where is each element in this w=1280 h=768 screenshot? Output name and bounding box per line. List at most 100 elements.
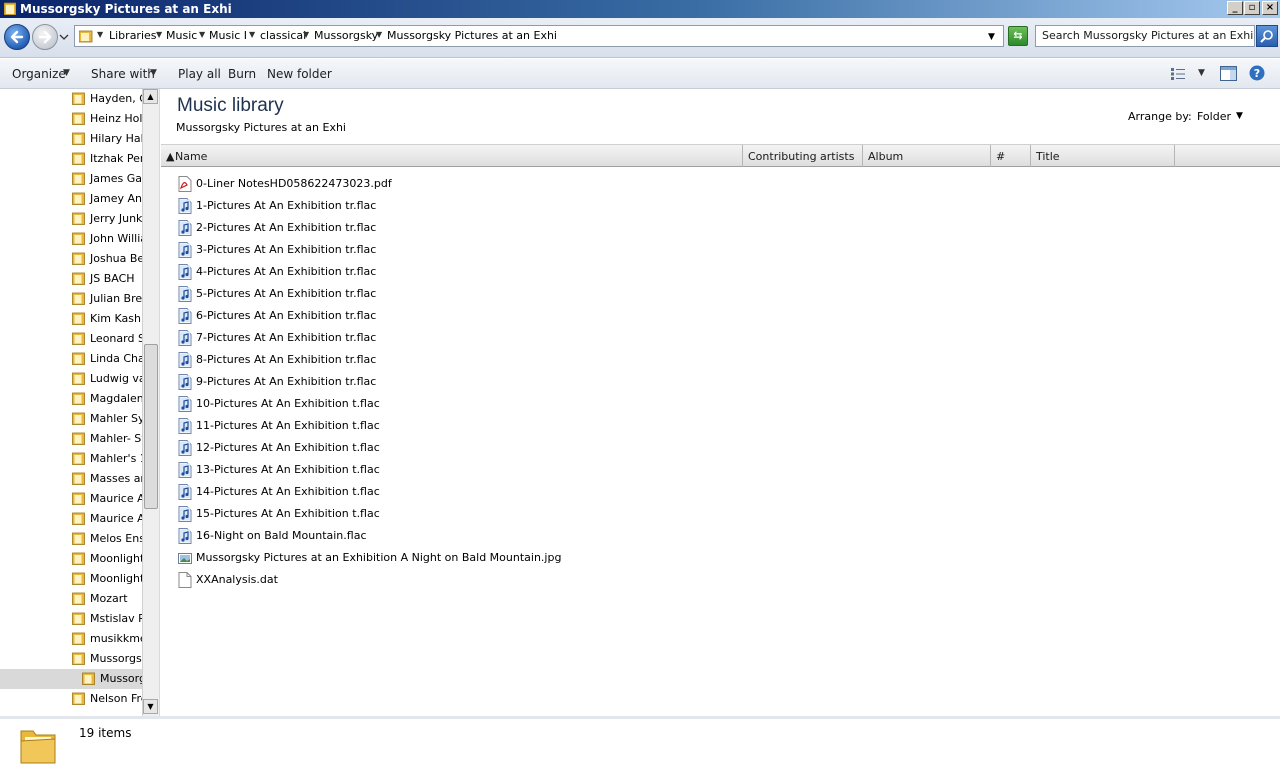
file-row[interactable]: Mussorgsky Pictures at an Exhibition A N… <box>176 548 736 568</box>
nav-folder-item[interactable]: Heinz Hollig <box>0 109 142 129</box>
nav-folder-item[interactable]: Nelson Fre <box>0 689 142 709</box>
scroll-down-arrow-icon[interactable]: ▼ <box>143 699 158 714</box>
file-row[interactable]: 12-Pictures At An Exhibition t.flac <box>176 438 736 458</box>
column-title[interactable]: Title <box>1031 145 1175 167</box>
play-all-button[interactable]: Play all <box>178 67 221 81</box>
nav-folder-item[interactable]: Ludwig var <box>0 369 142 389</box>
column-album[interactable]: Album <box>863 145 991 167</box>
nav-folder-item[interactable]: Hayden, G <box>0 89 142 109</box>
minimize-button[interactable]: _ <box>1227 1 1243 15</box>
organize-dropdown-icon[interactable]: ▼ <box>63 68 70 78</box>
nav-folder-item[interactable]: Julian Brea <box>0 289 142 309</box>
file-row[interactable]: XXAnalysis.dat <box>176 570 736 590</box>
nav-folder-item[interactable]: Mussorg <box>0 669 142 689</box>
column-track-number[interactable]: # <box>991 145 1031 167</box>
preview-pane-icon[interactable] <box>1220 66 1237 81</box>
nav-folder-item[interactable]: musikkmerl <box>0 629 142 649</box>
breadcrumb-music[interactable]: Music <box>166 29 197 42</box>
file-row[interactable]: 2-Pictures At An Exhibition tr.flac <box>176 218 736 238</box>
nav-folder-item[interactable]: Hilary Hahr <box>0 129 142 149</box>
nav-folder-item[interactable]: Jamey And <box>0 189 142 209</box>
breadcrumb-music-i[interactable]: Music I <box>209 29 247 42</box>
breadcrumb-arrow-icon[interactable]: ▼ <box>97 30 103 39</box>
close-button[interactable]: × <box>1262 1 1278 15</box>
organize-button[interactable]: Organize <box>12 67 66 81</box>
search-button[interactable] <box>1256 25 1278 47</box>
file-row[interactable]: 9-Pictures At An Exhibition tr.flac <box>176 372 736 392</box>
nav-folder-item[interactable]: Kim Kashka <box>0 309 142 329</box>
nav-folder-item[interactable]: Mahler- Sy <box>0 429 142 449</box>
address-dropdown-icon[interactable]: ▼ <box>988 32 995 42</box>
nav-folder-item[interactable]: Linda Chat <box>0 349 142 369</box>
file-row[interactable]: 3-Pictures At An Exhibition tr.flac <box>176 240 736 260</box>
scroll-thumb[interactable] <box>144 344 158 509</box>
file-row[interactable]: 4-Pictures At An Exhibition tr.flac <box>176 262 736 282</box>
file-row[interactable]: 15-Pictures At An Exhibition t.flac <box>176 504 736 524</box>
breadcrumb-current-folder[interactable]: Mussorgsky Pictures at an Exhi <box>387 29 557 42</box>
breadcrumb-libraries[interactable]: Libraries <box>109 29 157 42</box>
scroll-up-arrow-icon[interactable]: ▲ <box>143 89 158 104</box>
maximize-button[interactable]: ▫ <box>1244 1 1260 15</box>
nav-folder-item[interactable]: Moonlight ( <box>0 569 142 589</box>
column-contributing-artists[interactable]: Contributing artists <box>743 145 863 167</box>
refresh-button[interactable]: ⇆ <box>1008 26 1028 46</box>
nav-folder-item[interactable]: Mozart <box>0 589 142 609</box>
forward-button[interactable] <box>32 24 58 50</box>
address-bar[interactable]: ▼ Libraries ▼ Music ▼ Music I ▼ classica… <box>74 25 1004 47</box>
file-row[interactable]: 7-Pictures At An Exhibition tr.flac <box>176 328 736 348</box>
nav-folder-item[interactable]: John Willia <box>0 229 142 249</box>
nav-folder-item[interactable]: Leonard Sl <box>0 329 142 349</box>
nav-folder-item[interactable]: Mahler's 1s <box>0 449 142 469</box>
back-button[interactable] <box>4 24 30 50</box>
share-dropdown-icon[interactable]: ▼ <box>150 68 157 78</box>
nav-folder-item[interactable]: Magdalena <box>0 389 142 409</box>
file-row[interactable]: 14-Pictures At An Exhibition t.flac <box>176 482 736 502</box>
navigation-pane: Hayden, G Heinz Hollig Hilary Hahr Itzhak P… <box>0 89 160 716</box>
folder-icon <box>72 132 85 145</box>
burn-button[interactable]: Burn <box>228 67 256 81</box>
breadcrumb-arrow-icon[interactable]: ▼ <box>376 30 382 39</box>
file-name: 7-Pictures At An Exhibition tr.flac <box>196 331 377 344</box>
chevron-down-icon[interactable] <box>59 32 69 42</box>
arrange-by-dropdown[interactable]: Folder <box>1197 110 1231 123</box>
file-row[interactable]: 13-Pictures At An Exhibition t.flac <box>176 460 736 480</box>
file-row[interactable]: 6-Pictures At An Exhibition tr.flac <box>176 306 736 326</box>
nav-folder-item[interactable]: Jerry Junk <box>0 209 142 229</box>
search-input[interactable]: Search Mussorgsky Pictures at an Exhi <box>1035 25 1255 47</box>
nav-folder-item[interactable]: Melos Ense <box>0 529 142 549</box>
breadcrumb-arrow-icon[interactable]: ▼ <box>303 30 309 39</box>
view-options-icon[interactable] <box>1170 67 1186 81</box>
nav-folder-item[interactable]: Mstislav Ro <box>0 609 142 629</box>
breadcrumb-arrow-icon[interactable]: ▼ <box>156 30 162 39</box>
nav-folder-item[interactable]: JS BACH <box>0 269 142 289</box>
nav-folder-item[interactable]: James Galv <box>0 169 142 189</box>
file-name: 15-Pictures At An Exhibition t.flac <box>196 507 380 520</box>
nav-folder-item[interactable]: Joshua Bel <box>0 249 142 269</box>
nav-folder-item[interactable]: Mussorgsk <box>0 649 142 669</box>
nav-scrollbar[interactable]: ▲ ▼ <box>142 89 159 716</box>
audio-file-icon <box>178 242 192 258</box>
new-folder-button[interactable]: New folder <box>267 67 332 81</box>
column-name[interactable]: Name ▲ <box>161 145 743 167</box>
file-row[interactable]: 10-Pictures At An Exhibition t.flac <box>176 394 736 414</box>
nav-folder-item[interactable]: Itzhak Perl <box>0 149 142 169</box>
breadcrumb-classical[interactable]: classical <box>260 29 306 42</box>
breadcrumb-mussorgsky[interactable]: Mussorgsky <box>314 29 378 42</box>
nav-folder-item[interactable]: Moonlight ( <box>0 549 142 569</box>
nav-folder-item[interactable]: Masses an <box>0 469 142 489</box>
view-dropdown-icon[interactable]: ▼ <box>1198 68 1205 78</box>
file-row[interactable]: 0-Liner NotesHD058622473023.pdf <box>176 174 736 194</box>
file-row[interactable]: 11-Pictures At An Exhibition t.flac <box>176 416 736 436</box>
file-row[interactable]: 16-Night on Bald Mountain.flac <box>176 526 736 546</box>
arrange-dropdown-icon[interactable]: ▼ <box>1236 111 1243 121</box>
nav-folder-item[interactable]: Maurice Ar <box>0 509 142 529</box>
breadcrumb-arrow-icon[interactable]: ▼ <box>249 30 255 39</box>
share-with-button[interactable]: Share with <box>91 67 155 81</box>
nav-folder-item[interactable]: Maurice Ar <box>0 489 142 509</box>
file-row[interactable]: 5-Pictures At An Exhibition tr.flac <box>176 284 736 304</box>
help-icon[interactable]: ? <box>1249 65 1265 81</box>
file-row[interactable]: 8-Pictures At An Exhibition tr.flac <box>176 350 736 370</box>
breadcrumb-arrow-icon[interactable]: ▼ <box>199 30 205 39</box>
file-row[interactable]: 1-Pictures At An Exhibition tr.flac <box>176 196 736 216</box>
nav-folder-item[interactable]: Mahler Syr <box>0 409 142 429</box>
